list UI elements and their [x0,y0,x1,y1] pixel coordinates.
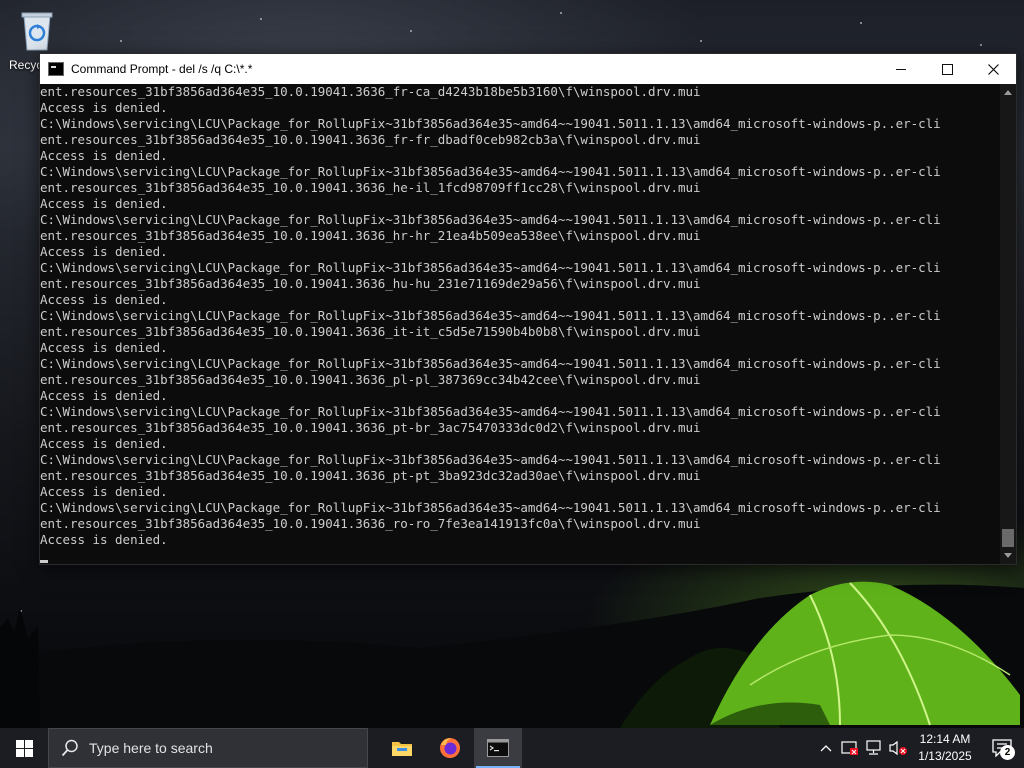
security-tray-button[interactable] [838,728,862,768]
file-explorer-button[interactable] [378,728,426,768]
console-line: ent.resources_31bf3856ad364e35_10.0.1904… [40,372,701,387]
console-line: ent.resources_31bf3856ad364e35_10.0.1904… [40,468,701,483]
firefox-icon [440,738,460,758]
window-title: Command Prompt - del /s /q C:\*.* [71,62,253,76]
network-icon [866,740,881,755]
console-line: C:\Windows\servicing\LCU\Package_for_Rol… [40,500,941,515]
console-line: ent.resources_31bf3856ad364e35_10.0.1904… [40,84,701,99]
green-tent [710,581,1020,726]
firefox-button[interactable] [426,728,474,768]
search-placeholder: Type here to search [89,740,213,756]
windows-logo-icon [15,739,33,757]
console-line: ent.resources_31bf3856ad364e35_10.0.1904… [40,132,701,147]
console-line: C:\Windows\servicing\LCU\Package_for_Rol… [40,404,941,419]
text-cursor [40,560,48,563]
command-prompt-taskbar-button[interactable] [474,728,522,768]
console-line: Access is denied. [40,340,168,355]
console-line: ent.resources_31bf3856ad364e35_10.0.1904… [40,420,701,435]
console-line: C:\Windows\servicing\LCU\Package_for_Rol… [40,356,941,371]
console-line: Access is denied. [40,196,168,211]
notification-count-badge: 2 [1000,745,1015,760]
show-hidden-icons-button[interactable] [814,728,838,768]
shield-warning-icon [841,741,858,755]
console-line: Access is denied. [40,100,168,115]
console-line: Access is denied. [40,532,168,547]
command-prompt-icon [487,739,509,757]
volume-muted-icon [889,740,907,756]
console-line: Access is denied. [40,148,168,163]
file-explorer-icon [392,742,412,756]
chevron-down-icon [1004,553,1012,558]
scroll-up-button[interactable] [1000,84,1016,101]
console-line: C:\Windows\servicing\LCU\Package_for_Rol… [40,116,941,131]
system-tray: 12:14 AM 1/13/2025 2 [814,728,1024,768]
console-line: ent.resources_31bf3856ad364e35_10.0.1904… [40,324,701,339]
console-line: C:\Windows\servicing\LCU\Package_for_Rol… [40,212,941,227]
network-tray-button[interactable] [862,728,886,768]
console-line: C:\Windows\servicing\LCU\Package_for_Rol… [40,164,941,179]
console-line: C:\Windows\servicing\LCU\Package_for_Rol… [40,260,941,275]
taskbar-clock[interactable]: 12:14 AM 1/13/2025 [910,731,980,765]
console-line: ent.resources_31bf3856ad364e35_10.0.1904… [40,228,701,243]
close-icon [987,63,999,75]
chevron-up-icon [820,745,832,752]
console-line: Access is denied. [40,436,168,451]
console-line: C:\Windows\servicing\LCU\Package_for_Rol… [40,452,941,467]
console-output[interactable]: ent.resources_31bf3856ad364e35_10.0.1904… [40,84,1000,564]
recycle-bin-icon [21,12,53,51]
chevron-up-icon [1004,90,1012,95]
console-line: Access is denied. [40,484,168,499]
console-line: ent.resources_31bf3856ad364e35_10.0.1904… [40,180,701,195]
console-line: Access is denied. [40,388,168,403]
taskbar-search-box[interactable]: Type here to search [48,728,368,768]
maximize-button[interactable] [924,54,970,84]
action-center-button[interactable]: 2 [980,728,1024,768]
volume-tray-button[interactable] [886,728,910,768]
scroll-down-button[interactable] [1000,547,1016,564]
taskbar: Type here to search 12:14 AM 1/13/2025 2 [0,728,1024,768]
command-prompt-window[interactable]: Command Prompt - del /s /q C:\*.* ent.re… [39,53,1017,565]
console-line: ent.resources_31bf3856ad364e35_10.0.1904… [40,276,701,291]
minimize-button[interactable] [878,54,924,84]
close-button[interactable] [970,54,1016,84]
clock-date: 1/13/2025 [918,749,972,763]
console-line: ent.resources_31bf3856ad364e35_10.0.1904… [40,516,701,531]
console-line: Access is denied. [40,244,168,259]
clock-time: 12:14 AM [919,732,971,746]
console-line: C:\Windows\servicing\LCU\Package_for_Rol… [40,308,941,323]
search-icon [61,739,78,757]
command-prompt-icon [48,62,64,76]
console-line: Access is denied. [40,292,168,307]
start-button[interactable] [0,728,48,768]
vertical-scrollbar[interactable] [1000,84,1016,564]
scroll-thumb[interactable] [1002,529,1014,547]
window-titlebar[interactable]: Command Prompt - del /s /q C:\*.* [40,54,1016,84]
